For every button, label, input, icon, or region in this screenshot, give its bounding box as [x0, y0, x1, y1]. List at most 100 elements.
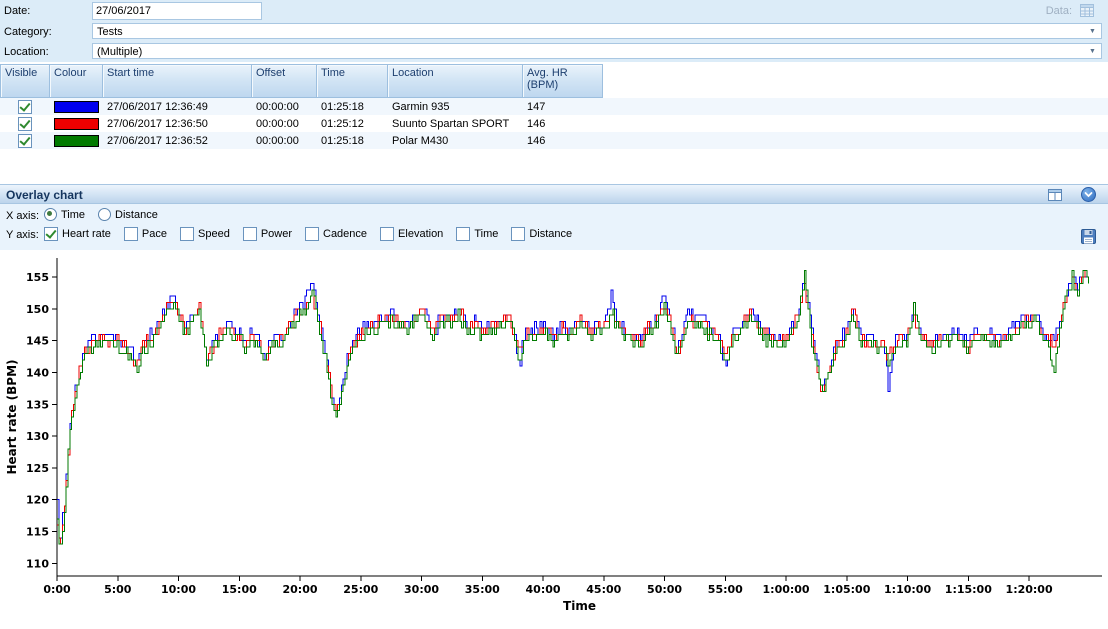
y-axis-option-cadence[interactable]: Cadence — [305, 227, 367, 241]
location-cell: Suunto Spartan SPORT — [392, 117, 510, 130]
offset-cell: 00:00:00 — [256, 100, 299, 113]
column-header-offset[interactable]: Offset — [252, 64, 317, 98]
colour-swatch[interactable] — [54, 100, 99, 113]
x-axis-option-distance[interactable]: Distance — [98, 208, 158, 221]
svg-text:5:00: 5:00 — [104, 583, 132, 596]
visible-checkbox[interactable] — [18, 99, 32, 114]
collapse-panel-button[interactable] — [1081, 187, 1096, 202]
svg-text:130: 130 — [26, 430, 49, 443]
svg-text:155: 155 — [26, 271, 49, 284]
y-axis-option-power[interactable]: Power — [242, 227, 292, 241]
data-label: Data: — [1045, 5, 1072, 17]
y-axis-option-distance[interactable]: Distance — [511, 227, 572, 241]
checkbox-cadence[interactable] — [305, 227, 319, 241]
x-axis-label: X axis: — [6, 210, 40, 222]
time-cell: 01:25:12 — [321, 117, 364, 130]
chevron-down-icon[interactable]: ▼ — [1086, 44, 1099, 58]
overlay-chart: 110 115 120 125 130 135 140 145 150 155 0:00 5:00 10… — [0, 250, 1108, 626]
svg-text:1:20:00: 1:20:00 — [1006, 583, 1053, 596]
checkbox-speed[interactable] — [180, 227, 194, 241]
svg-text:120: 120 — [26, 494, 49, 507]
column-header-start-time[interactable]: Start time — [103, 64, 252, 98]
column-header-time[interactable]: Time — [317, 64, 388, 98]
column-header-location[interactable]: Location — [388, 64, 523, 98]
y-axis-option-time[interactable]: Time — [456, 227, 498, 241]
svg-text:1:00:00: 1:00:00 — [763, 583, 810, 596]
colour-cell — [50, 100, 103, 113]
svg-text:Time: Time — [563, 599, 596, 613]
svg-text:20:00: 20:00 — [283, 583, 318, 596]
radio-distance[interactable] — [98, 208, 112, 221]
svg-text:Heart rate (BPM): Heart rate (BPM) — [5, 359, 19, 474]
heart-rate-chart[interactable]: 110 115 120 125 130 135 140 145 150 155 0:00 5:00 10… — [0, 250, 1108, 626]
activities-table: Visible Colour Start time Offset Time Lo… — [0, 64, 1108, 149]
radio-time[interactable] — [44, 208, 57, 221]
x-axis-option-time[interactable]: Time — [44, 208, 85, 221]
checkbox-power[interactable] — [242, 227, 257, 241]
time-cell: 01:25:18 — [321, 100, 364, 113]
checkbox-distance[interactable] — [511, 227, 526, 241]
colour-swatch[interactable] — [54, 117, 99, 130]
svg-text:0:00: 0:00 — [43, 583, 71, 596]
svg-text:10:00: 10:00 — [161, 583, 196, 596]
start-time-cell: 27/06/2017 12:36:50 — [107, 117, 208, 130]
svg-text:1:10:00: 1:10:00 — [884, 583, 931, 596]
data-report-icon[interactable] — [1079, 3, 1096, 18]
location-label: Location: — [4, 46, 49, 58]
y-axis-option-elevation[interactable]: Elevation — [380, 227, 443, 241]
option-label: Elevation — [398, 228, 444, 240]
date-row: Date: Data: — [0, 1, 1108, 21]
checkbox-pace[interactable] — [123, 227, 138, 241]
chevron-down-icon[interactable]: ▼ — [1086, 24, 1099, 38]
option-label: Speed — [198, 228, 230, 240]
visible-cell — [0, 99, 50, 114]
location-value: (Multiple) — [97, 46, 143, 58]
offset-cell: 00:00:00 — [256, 117, 299, 130]
colour-cell — [50, 117, 103, 130]
column-header-colour[interactable]: Colour — [50, 64, 103, 98]
column-header-avg-hr[interactable]: Avg. HR (BPM) — [523, 64, 603, 98]
option-label: Pace — [141, 228, 167, 240]
dock-panel-icon[interactable] — [1048, 189, 1062, 201]
visible-checkbox[interactable] — [18, 116, 32, 131]
y-axis-label: Y axis: — [6, 229, 39, 241]
category-select[interactable]: Tests ▼ — [92, 23, 1102, 39]
chart-controls: X axis: Time Distance Y axis: Heart rate P… — [0, 204, 1108, 250]
svg-text:15:00: 15:00 — [222, 583, 257, 596]
y-axis-options: Heart rate Pace Speed Power Cadence Elevation… — [44, 227, 572, 241]
svg-text:150: 150 — [26, 303, 49, 316]
svg-text:55:00: 55:00 — [708, 583, 743, 596]
visible-cell — [0, 116, 50, 131]
svg-text:115: 115 — [26, 525, 49, 538]
time-cell: 01:25:18 — [321, 134, 364, 147]
option-label: Time — [61, 208, 86, 221]
location-cell: Garmin 935 — [392, 100, 450, 113]
svg-text:135: 135 — [26, 398, 49, 411]
category-label: Category: — [4, 26, 52, 38]
location-select[interactable]: (Multiple) ▼ — [92, 43, 1102, 59]
x-axis-options: Time Distance — [44, 208, 158, 221]
y-axis-option-heart-rate[interactable]: Heart rate — [44, 227, 111, 241]
svg-text:140: 140 — [26, 366, 49, 379]
y-axis-option-speed[interactable]: Speed — [180, 227, 230, 241]
checkbox-heart-rate[interactable] — [44, 227, 58, 241]
svg-text:35:00: 35:00 — [465, 583, 500, 596]
visible-cell — [0, 133, 50, 148]
table-row: 27/06/2017 12:36:50 00:00:00 01:25:12 Suunt… — [0, 115, 1108, 132]
checkbox-elevation[interactable] — [380, 227, 395, 241]
location-cell: Polar M430 — [392, 134, 449, 147]
date-input[interactable] — [92, 2, 262, 20]
svg-text:45:00: 45:00 — [586, 583, 621, 596]
option-label: Heart rate — [62, 228, 111, 240]
svg-text:30:00: 30:00 — [404, 583, 439, 596]
column-header-visible[interactable]: Visible — [0, 64, 50, 98]
x-axis-row: X axis: Time Distance — [0, 208, 1108, 226]
save-chart-icon[interactable] — [1081, 229, 1096, 244]
colour-swatch[interactable] — [54, 134, 99, 147]
y-axis-option-pace[interactable]: Pace — [123, 227, 167, 241]
visible-checkbox[interactable] — [18, 133, 32, 148]
svg-text:145: 145 — [26, 335, 49, 348]
option-label: Time — [474, 228, 499, 240]
avg-hr-cell: 146 — [527, 134, 546, 147]
checkbox-time[interactable] — [456, 227, 471, 241]
